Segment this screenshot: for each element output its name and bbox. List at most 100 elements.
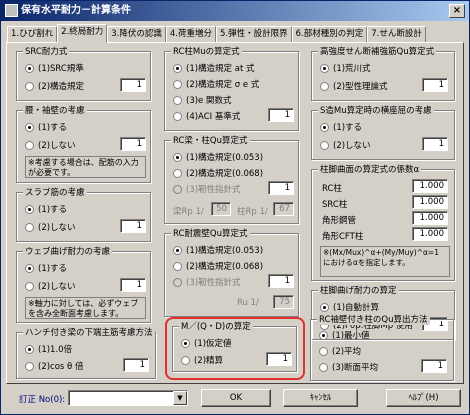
radio-wallqu-2[interactable]: (2)構造規定(0.068) <box>173 260 263 272</box>
radio-indicator[interactable] <box>25 344 34 354</box>
radio-indicator[interactable] <box>25 204 34 214</box>
radio-indicator[interactable] <box>25 63 34 73</box>
radio-indicator[interactable] <box>173 277 182 287</box>
radio-indicator[interactable] <box>319 330 328 340</box>
slab-value[interactable]: 1 <box>120 219 146 233</box>
radio-haunch-1[interactable]: (1)1.0倍 <box>25 343 72 355</box>
ok-button[interactable]: OK <box>201 389 271 407</box>
option-label: (1)構造規定(0.053) <box>186 153 264 163</box>
group-label: RC梁・柱Qu算定式 <box>171 134 250 146</box>
tab-elastic-limit[interactable]: 5.弾性・設計限界 <box>216 26 292 43</box>
radio-indicator[interactable] <box>173 168 182 178</box>
option-label: (2)cos θ 倍 <box>38 362 84 372</box>
radio-indicator[interactable] <box>173 184 182 194</box>
tab-load-increment[interactable]: 4.荷重増分 <box>165 26 216 43</box>
tab-yield[interactable]: 3.降伏の認識 <box>107 26 166 43</box>
radio-wallqu-3[interactable]: (3)靭性指針式 <box>173 276 241 288</box>
radio-src-1[interactable]: (1)SRC規準 <box>25 62 84 74</box>
option-label: (1)荒川式 <box>333 64 371 74</box>
radio-indicator[interactable] <box>25 361 34 371</box>
koshi-value[interactable]: 1 <box>120 137 146 151</box>
tab-cracking[interactable]: 1.ひび割れ <box>7 26 58 43</box>
app-icon <box>5 4 18 17</box>
radio-indicator[interactable] <box>173 63 182 73</box>
smu-value[interactable]: 1 <box>422 137 448 151</box>
ru-value[interactable]: 75 <box>273 295 294 309</box>
radio-indicator[interactable] <box>320 302 329 312</box>
radio-hsqu-2[interactable]: (2)型性理論式 <box>320 80 388 92</box>
group-label: SRC耐力式 <box>23 45 70 57</box>
radio-src-2[interactable]: (2)構造規定 <box>25 80 84 92</box>
alpha-value-cft[interactable]: 1.000 <box>412 227 448 241</box>
radio-wallqu-1[interactable]: (1)構造規定(0.053) <box>173 244 263 256</box>
radio-indicator[interactable] <box>320 63 329 73</box>
radio-web-2[interactable]: (2)しない <box>25 280 76 292</box>
radio-rcqu-2[interactable]: (2)構造規定(0.068) <box>173 167 263 179</box>
radio-colbend-1[interactable]: (1)自動計算 <box>320 301 379 313</box>
radio-indicator[interactable] <box>25 81 34 91</box>
option-label: (3)靭性指針式 <box>186 278 241 288</box>
radio-slab-2[interactable]: (2)しない <box>25 221 76 233</box>
cancel-button[interactable]: ｷｬﾝｾﾙ <box>283 389 358 407</box>
radio-indicator[interactable] <box>25 263 34 273</box>
radio-smu-2[interactable]: (2)しない <box>320 139 371 151</box>
src-value[interactable]: 1 <box>120 78 146 92</box>
web-value[interactable]: 1 <box>120 278 146 292</box>
rcmu-value[interactable]: 1 <box>268 108 294 122</box>
radio-rcmu-2[interactable]: (2)構造規定 σ e 式 <box>173 78 259 90</box>
group-haunch: ハンチ付き梁の下端主筋考慮方法 (1)1.0倍 (2)cos θ 倍 1 <box>16 326 156 379</box>
radio-indicator[interactable] <box>320 81 329 91</box>
radio-indicator[interactable] <box>319 346 328 356</box>
alpha-value-rc[interactable]: 1.000 <box>412 179 448 193</box>
radio-smu-1[interactable]: (1)する <box>320 121 362 133</box>
radio-indicator[interactable] <box>173 245 182 255</box>
close-button[interactable]: × <box>449 4 465 18</box>
radio-indicator[interactable] <box>25 281 34 291</box>
radio-rcqu-1[interactable]: (1)構造規定(0.053) <box>173 151 263 163</box>
radio-indicator[interactable] <box>25 222 34 232</box>
hsqu-value[interactable]: 1 <box>422 78 448 92</box>
radio-rcmu-4[interactable]: (4)ACI 基準式 <box>173 110 240 122</box>
correction-combo[interactable]: ▼ <box>68 390 188 406</box>
radio-indicator[interactable] <box>173 95 182 105</box>
group-rc-mu: RC柱Muの算定式 (1)構造規定 at 式 (2)構造規定 σ e 式 (3)… <box>164 45 299 131</box>
option-label: (1)する <box>38 264 68 274</box>
tab-member-type[interactable]: 6.部材種別の判定 <box>291 26 368 43</box>
radio-wallcol-1[interactable]: (1)最小値 <box>319 329 370 341</box>
radio-indicator[interactable] <box>320 122 329 132</box>
radio-koshi-2[interactable]: (2)しない <box>25 139 76 151</box>
radio-slab-1[interactable]: (1)する <box>25 203 67 215</box>
radio-wallcol-3[interactable]: (3)断面平均 <box>319 361 378 373</box>
radio-indicator[interactable] <box>25 140 34 150</box>
radio-indicator[interactable] <box>25 122 34 132</box>
rcqu-value[interactable]: 1 <box>268 181 294 195</box>
radio-rcmu-1[interactable]: (1)構造規定 at 式 <box>173 62 255 74</box>
radio-indicator[interactable] <box>319 362 328 372</box>
radio-hsqu-1[interactable]: (1)荒川式 <box>320 62 371 74</box>
tab-strip: 1.ひび割れ 2.終局耐力 3.降伏の認識 4.荷重増分 5.弾性・設計限界 6… <box>7 24 426 43</box>
radio-wallcol-2[interactable]: (2)平均 <box>319 345 361 357</box>
tab-ultimate-strength[interactable]: 2.終局耐力 <box>57 24 108 43</box>
radio-indicator[interactable] <box>173 111 182 121</box>
radio-indicator[interactable] <box>173 261 182 271</box>
rp-col-value[interactable]: 67 <box>273 202 294 216</box>
radio-web-1[interactable]: (1)する <box>25 262 67 274</box>
haunch-value[interactable]: 1 <box>123 358 149 372</box>
rp-beam-value[interactable]: 50 <box>211 202 231 216</box>
radio-rcqu-3[interactable]: (3)靭性指針式 <box>173 183 241 195</box>
chevron-down-icon[interactable]: ▼ <box>173 391 187 405</box>
help-button[interactable]: ﾍﾙﾌﾟ(H) <box>386 389 461 407</box>
radio-rcmu-3[interactable]: (3)e 関数式 <box>173 94 231 106</box>
alpha-value-square[interactable]: 1.000 <box>412 211 448 225</box>
group-high-strength: 高強度せん断補強筋Qu算定式 (1)荒川式 (2)型性理論式 1 <box>311 45 455 101</box>
radio-indicator[interactable] <box>173 79 182 89</box>
wallcol-value[interactable]: 1 <box>421 359 447 373</box>
radio-koshi-1[interactable]: (1)する <box>25 121 67 133</box>
radio-haunch-2[interactable]: (2)cos θ 倍 <box>25 360 83 372</box>
alpha-value-src[interactable]: 1.000 <box>412 195 448 209</box>
wallqu-value[interactable]: 1 <box>268 274 294 288</box>
tab-shear-design[interactable]: 7.せん断設計 <box>367 26 426 43</box>
radio-indicator[interactable] <box>173 152 182 162</box>
radio-indicator[interactable] <box>320 140 329 150</box>
window-title: 保有水平耐力－計算条件 <box>21 5 131 16</box>
